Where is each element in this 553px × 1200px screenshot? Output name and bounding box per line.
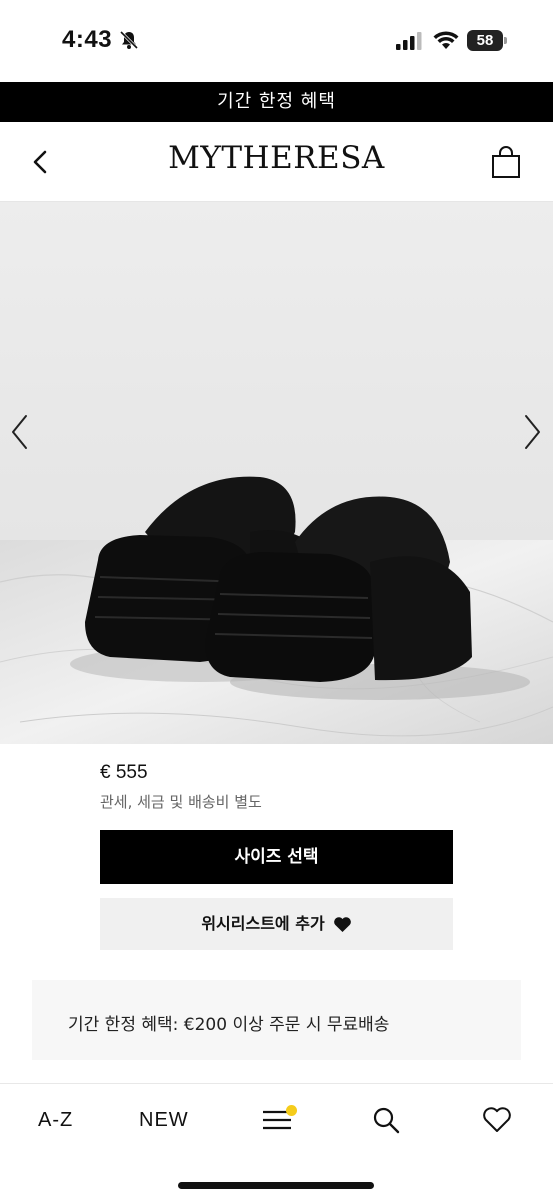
signal-icon xyxy=(396,32,422,50)
tax-note: 관세, 세금 및 배송비 별도 xyxy=(100,793,262,811)
free-shipping-notice: 기간 한정 혜택: €200 이상 주문 시 무료배송 xyxy=(32,980,521,1060)
gallery-next-button[interactable] xyxy=(520,412,544,452)
heart-filled-icon xyxy=(333,917,351,933)
header: MYTHERESA xyxy=(0,122,553,202)
battery-icon: 58 xyxy=(467,30,507,51)
promo-banner[interactable]: 기간 한정 혜택 xyxy=(0,82,553,122)
search-icon[interactable] xyxy=(372,1106,400,1134)
gallery-prev-button[interactable] xyxy=(8,412,32,452)
product-price: € 555 xyxy=(100,762,148,783)
shopping-bag-icon[interactable] xyxy=(490,145,522,179)
product-photo-sandals xyxy=(0,202,553,744)
free-shipping-text: 기간 한정 혜택: €200 이상 주문 시 무료배송 xyxy=(68,1015,390,1035)
wifi-icon xyxy=(433,31,459,49)
battery-level: 58 xyxy=(467,30,503,51)
add-to-wishlist-button[interactable]: 위시리스트에 추가 xyxy=(100,898,453,950)
bottom-navigation: A-Z NEW xyxy=(0,1083,553,1200)
status-time: 4:43 xyxy=(62,26,113,53)
brand-logo[interactable]: MYTHERESA xyxy=(0,140,553,176)
status-bar: 4:43 58 xyxy=(0,0,553,82)
nav-az[interactable]: A-Z xyxy=(38,1109,73,1132)
heart-outline-icon[interactable] xyxy=(482,1106,512,1134)
add-to-wishlist-label: 위시리스트에 추가 xyxy=(201,914,325,933)
bell-muted-icon xyxy=(119,30,139,50)
home-indicator xyxy=(178,1182,374,1189)
menu-notification-badge xyxy=(286,1105,297,1116)
nav-new[interactable]: NEW xyxy=(139,1109,189,1132)
product-image[interactable] xyxy=(0,202,553,744)
select-size-button[interactable]: 사이즈 선택 xyxy=(100,830,453,884)
